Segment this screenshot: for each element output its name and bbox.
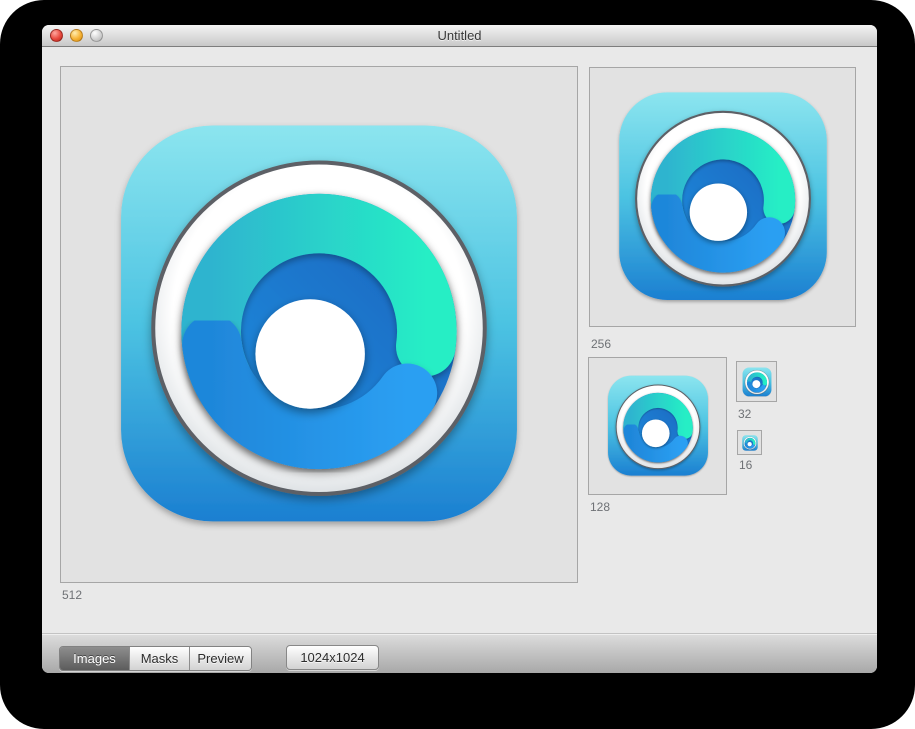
icon-well-32[interactable] — [736, 361, 777, 402]
window-title: Untitled — [42, 28, 877, 43]
icon-well-256[interactable] — [589, 67, 856, 327]
app-icon-32-preview — [742, 367, 772, 397]
app-icon-256-preview — [615, 89, 831, 305]
icon-well-16[interactable] — [737, 430, 762, 455]
app-icon-16-preview — [742, 435, 758, 451]
well-size-label-32: 32 — [738, 407, 751, 421]
tab-images[interactable]: Images — [60, 647, 130, 670]
well-size-label-128: 128 — [590, 500, 610, 514]
window-titlebar[interactable]: Untitled — [42, 25, 877, 47]
tab-preview[interactable]: Preview — [190, 647, 251, 670]
zoom-button-disabled — [90, 29, 103, 42]
well-size-label-256: 256 — [591, 337, 611, 351]
icon-well-512[interactable] — [60, 66, 578, 583]
size-1024-button[interactable]: 1024x1024 — [286, 645, 379, 670]
view-segmented-control: Images Masks Preview — [59, 646, 252, 671]
close-button[interactable] — [50, 29, 63, 42]
app-icon-128-preview — [606, 374, 710, 478]
bottom-toolbar: Images Masks Preview 1024x1024 — [42, 633, 877, 673]
minimize-button[interactable] — [70, 29, 83, 42]
well-size-label-16: 16 — [739, 458, 752, 472]
app-icon-512-preview — [113, 119, 525, 531]
icon-well-128[interactable] — [588, 357, 727, 495]
well-size-label-512: 512 — [62, 588, 82, 602]
app-window: Untitled 512 256 128 32 16 Images Masks … — [42, 25, 877, 673]
tab-masks[interactable]: Masks — [130, 647, 190, 670]
